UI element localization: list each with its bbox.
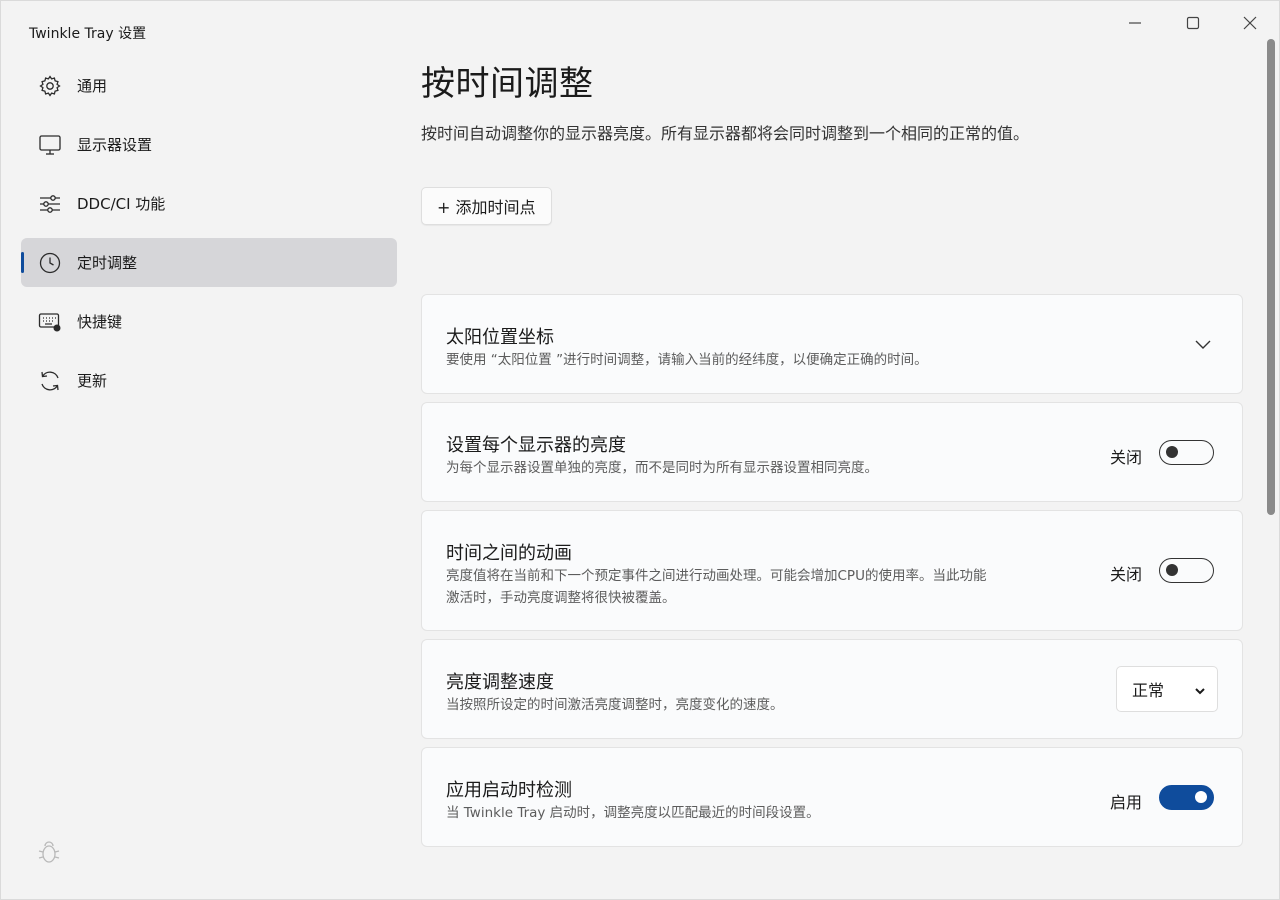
sliders-icon — [37, 191, 63, 217]
sun-position-card[interactable]: 太阳位置坐标 要使用 “太阳位置 ”进行时间调整，请输入当前的经纬度，以便确定正… — [421, 294, 1243, 394]
card-title: 时间之间的动画 — [446, 543, 572, 564]
maximize-button[interactable] — [1170, 7, 1216, 39]
chevron-down-icon[interactable] — [1194, 335, 1212, 354]
sidebar-item-label: 显示器设置 — [77, 136, 153, 154]
sidebar: 通用 显示器设置 DDC/CI 功能 定时调整 快捷键 更新 — [21, 61, 397, 415]
sidebar-item-monitors[interactable]: 显示器设置 — [21, 120, 397, 169]
animate-card: 时间之间的动画 亮度值将在当前和下一个预定事件之间进行动画处理。可能会增加CPU… — [421, 510, 1243, 631]
per-monitor-toggle[interactable] — [1159, 440, 1214, 465]
card-title: 应用启动时检测 — [446, 780, 572, 801]
card-description: 为每个显示器设置单独的亮度，而不是同时为所有显示器设置相同亮度。 — [446, 460, 878, 476]
per-monitor-card: 设置每个显示器的亮度 为每个显示器设置单独的亮度，而不是同时为所有显示器设置相同… — [421, 402, 1243, 502]
monitor-icon — [37, 132, 63, 158]
close-icon — [1243, 16, 1257, 30]
card-description: 当 Twinkle Tray 启动时，调整亮度以匹配最近的时间段设置。 — [446, 805, 820, 821]
sidebar-item-label: 快捷键 — [77, 313, 123, 331]
scrollbar-thumb[interactable] — [1267, 39, 1275, 515]
card-description: 激活时，手动亮度调整将很快被覆盖。 — [446, 590, 676, 606]
main-content: 按时间调整 按时间自动调整你的显示器亮度。所有显示器都将会同时调整到一个相同的正… — [421, 57, 1243, 225]
animate-toggle[interactable] — [1159, 558, 1214, 583]
sidebar-item-label: 更新 — [77, 372, 108, 390]
clock-icon — [37, 250, 63, 276]
card-description: 亮度值将在当前和下一个预定事件之间进行动画处理。可能会增加CPU的使用率。当此功… — [446, 568, 987, 584]
settings-window: Twinkle Tray 设置 通用 显示器设置 DDC/CI 功能 定时调整 … — [0, 0, 1280, 900]
toggle-knob — [1195, 791, 1207, 803]
page-description: 按时间自动调整你的显示器亮度。所有显示器都将会同时调整到一个相同的正常的值。 — [421, 124, 1030, 143]
chevron-down-icon — [1194, 682, 1206, 701]
speed-select[interactable]: 正常 — [1116, 666, 1218, 712]
toggle-knob — [1166, 564, 1178, 576]
card-title: 亮度调整速度 — [446, 672, 554, 693]
add-time-button[interactable]: + 添加时间点 — [421, 187, 552, 225]
sidebar-item-label: 通用 — [77, 77, 108, 95]
sidebar-item-label: 定时调整 — [77, 254, 138, 272]
sidebar-item-ddcci[interactable]: DDC/CI 功能 — [21, 179, 397, 228]
sidebar-item-hotkeys[interactable]: 快捷键 — [21, 297, 397, 346]
card-description: 要使用 “太阳位置 ”进行时间调整，请输入当前的经纬度，以便确定正确的时间。 — [446, 352, 928, 368]
minimize-button[interactable] — [1112, 7, 1158, 39]
card-title: 设置每个显示器的亮度 — [446, 435, 626, 456]
select-value: 正常 — [1132, 681, 1165, 700]
close-button[interactable] — [1227, 7, 1273, 39]
card-title: 太阳位置坐标 — [446, 327, 554, 348]
speed-card: 亮度调整速度 当按照所设定的时间激活亮度调整时，亮度变化的速度。 正常 — [421, 639, 1243, 739]
page-title: 按时间调整 — [421, 64, 594, 104]
sidebar-item-schedule[interactable]: 定时调整 — [21, 238, 397, 287]
sidebar-item-updates[interactable]: 更新 — [21, 356, 397, 405]
toggle-state-label: 关闭 — [1110, 565, 1143, 584]
startup-check-card: 应用启动时检测 当 Twinkle Tray 启动时，调整亮度以匹配最近的时间段… — [421, 747, 1243, 847]
toggle-knob — [1166, 446, 1178, 458]
startup-toggle[interactable] — [1159, 785, 1214, 810]
sidebar-item-label: DDC/CI 功能 — [77, 195, 166, 213]
card-description: 当按照所设定的时间激活亮度调整时，亮度变化的速度。 — [446, 697, 784, 713]
gear-icon — [37, 73, 63, 99]
title-bar: Twinkle Tray 设置 — [1, 1, 1279, 45]
app-title: Twinkle Tray 设置 — [29, 26, 147, 42]
minimize-icon — [1129, 22, 1141, 24]
sidebar-item-general[interactable]: 通用 — [21, 61, 397, 110]
keyboard-icon — [37, 309, 63, 335]
toggle-state-label: 关闭 — [1110, 448, 1143, 467]
maximize-icon — [1186, 16, 1200, 30]
bug-icon[interactable] — [37, 839, 61, 869]
refresh-icon — [37, 368, 63, 394]
toggle-state-label: 启用 — [1110, 793, 1143, 812]
